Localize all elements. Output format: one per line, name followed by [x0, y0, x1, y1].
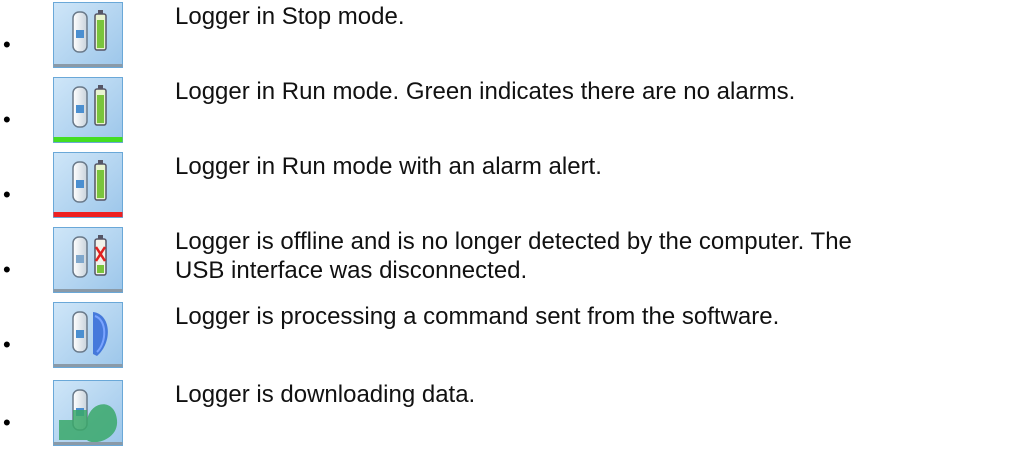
bullet: •	[3, 257, 11, 282]
status-description: Logger in Run mode. Green indicates ther…	[175, 78, 796, 105]
bullet: •	[3, 332, 11, 357]
bullet: •	[3, 107, 11, 132]
bullet: •	[3, 32, 11, 57]
status-description: Logger in Stop mode.	[175, 3, 405, 30]
logger-run-ok-icon	[53, 77, 123, 143]
logger-status-list: • Logger in Stop mode. • Logger in Run m…	[0, 0, 1010, 459]
status-description: Logger is downloading data.	[175, 381, 476, 408]
logger-stop-icon	[53, 2, 123, 68]
status-description: Logger in Run mode with an alarm alert.	[175, 153, 602, 180]
logger-run-alarm-icon	[53, 152, 123, 218]
logger-offline-icon	[53, 227, 123, 293]
bullet: •	[3, 182, 11, 207]
status-description: Logger is offline and is no longer detec…	[175, 228, 852, 284]
logger-processing-icon	[53, 302, 123, 368]
logger-downloading-icon	[53, 380, 123, 446]
status-description: Logger is processing a command sent from…	[175, 303, 780, 330]
bullet: •	[3, 410, 11, 435]
